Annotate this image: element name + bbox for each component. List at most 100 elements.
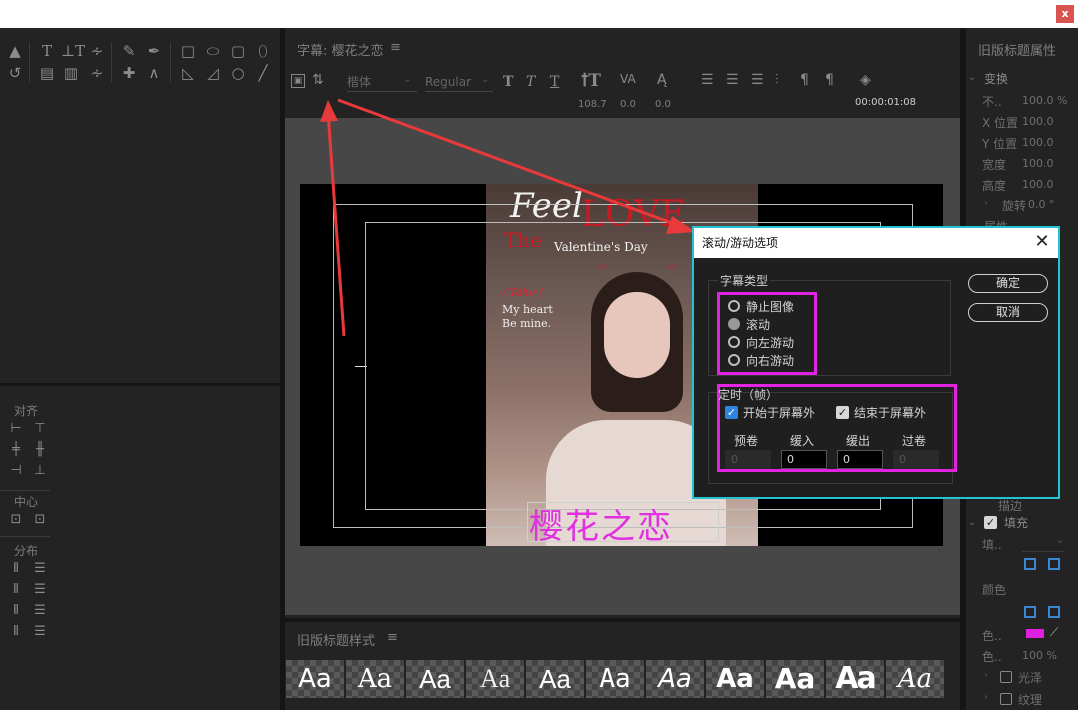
kerning-icon[interactable]: VA	[620, 72, 636, 86]
type-tool-icon[interactable]: T	[37, 42, 57, 60]
align-left-icon[interactable]: ⊢	[6, 420, 26, 438]
center-horizontal-icon[interactable]: ⊡	[6, 511, 26, 529]
align-right-icon[interactable]: ⊣	[6, 462, 26, 480]
cancel-button[interactable]: 取消	[968, 303, 1048, 322]
align-v-center-icon[interactable]: ╫	[30, 441, 50, 459]
line-tool-icon[interactable]: ╱	[253, 64, 273, 82]
roll-crawl-options-icon[interactable]: ⇅	[312, 72, 324, 88]
expand-icon[interactable]: ›	[984, 670, 988, 681]
underline-icon[interactable]: T	[550, 74, 559, 90]
color-stop-icon[interactable]	[1024, 606, 1036, 618]
height-value[interactable]: 100.0	[1022, 178, 1054, 191]
distribute-h-even-icon[interactable]: ⫴	[6, 623, 26, 641]
rtl-icon[interactable]: ¶	[825, 72, 834, 88]
kerning-value[interactable]: 0.0	[620, 99, 636, 110]
style-swatch[interactable]: Aa	[526, 660, 584, 698]
arc-tool-icon[interactable]: ◿	[203, 64, 223, 82]
gloss-checkbox[interactable]	[1000, 671, 1012, 683]
expand-icon[interactable]: ⌄	[968, 72, 976, 83]
new-title-icon[interactable]: ▣	[291, 74, 305, 88]
align-text-left-icon[interactable]: ☰	[701, 72, 714, 88]
vertical-type-tool-icon[interactable]: ⊥T	[61, 42, 85, 60]
postroll-input[interactable]: 0	[893, 450, 939, 469]
opacity-value[interactable]: 100.0 %	[1022, 94, 1067, 107]
x-position-value[interactable]: 100.0	[1022, 115, 1054, 128]
distribute-h-center-icon[interactable]: ⫴	[6, 581, 26, 599]
vertical-area-type-tool-icon[interactable]: ▥	[61, 64, 81, 82]
pen-tool-icon[interactable]: ✎	[119, 42, 139, 60]
expand-icon[interactable]: ›	[984, 692, 988, 703]
style-swatch[interactable]: Aa	[706, 660, 764, 698]
tab-stops-icon[interactable]: ⫶	[775, 72, 779, 88]
clipped-rectangle-tool-icon[interactable]: ⬭	[203, 42, 223, 60]
rounded-rectangle-tool-icon[interactable]: ▢	[228, 42, 248, 60]
rotation-value[interactable]: 0.0 °	[1028, 198, 1055, 211]
fill-gradient-stop-icon[interactable]	[1024, 558, 1036, 570]
align-text-center-icon[interactable]: ☰	[726, 72, 739, 88]
still-radio[interactable]	[728, 300, 740, 312]
align-text-right-icon[interactable]: ☰	[751, 72, 764, 88]
window-close-button[interactable]: x	[1056, 5, 1074, 23]
style-swatch[interactable]: Aa	[406, 660, 464, 698]
style-swatch[interactable]: Aa	[886, 660, 944, 698]
texture-checkbox[interactable]	[1000, 693, 1012, 705]
italic-icon[interactable]: T	[526, 74, 535, 90]
fill-checkbox[interactable]: ✓	[984, 516, 997, 529]
font-size-value[interactable]: 108.7	[578, 99, 607, 110]
styles-menu-icon[interactable]: ≡	[387, 630, 398, 645]
baseline-icon[interactable]: Ą	[657, 72, 667, 88]
color-stop-icon[interactable]	[1048, 606, 1060, 618]
timecode[interactable]: 00:00:01:08	[855, 97, 916, 108]
crawl-right-radio[interactable]	[728, 354, 740, 366]
rectangle-tool-icon[interactable]: □	[178, 42, 198, 60]
distribute-left-icon[interactable]: ⫴	[6, 560, 26, 578]
fill-type-dropdown[interactable]: ⌄	[1022, 535, 1064, 552]
circle-tool-icon[interactable]: ○	[228, 64, 248, 82]
style-swatch[interactable]: Aa	[466, 660, 524, 698]
bold-icon[interactable]: T	[503, 74, 513, 90]
ok-button[interactable]: 确定	[968, 274, 1048, 293]
width-value[interactable]: 100.0	[1022, 157, 1054, 170]
style-swatch[interactable]: Aa	[586, 660, 644, 698]
titler-menu-icon[interactable]: ≡	[390, 40, 401, 55]
font-size-icon[interactable]: ꝉT	[581, 71, 601, 91]
align-top-icon[interactable]: ⊤	[30, 420, 50, 438]
crawl-left-radio[interactable]	[728, 336, 740, 348]
delete-anchor-tool-icon[interactable]: ✒	[144, 42, 164, 60]
ltr-icon[interactable]: ¶	[800, 72, 809, 88]
style-swatch[interactable]: Aa	[646, 660, 704, 698]
end-offscreen-checkbox[interactable]: ✓	[836, 406, 849, 419]
add-anchor-tool-icon[interactable]: ✚	[119, 64, 139, 82]
start-offscreen-checkbox[interactable]: ✓	[725, 406, 738, 419]
eyedropper-icon[interactable]: ⟋	[1050, 625, 1058, 640]
style-swatch[interactable]: Aa	[346, 660, 404, 698]
show-background-video-icon[interactable]: ◈	[860, 72, 871, 88]
expand-icon[interactable]: ⌄	[968, 517, 976, 528]
center-vertical-icon[interactable]: ⊡	[30, 511, 50, 529]
area-type-tool-icon[interactable]: ▤	[37, 64, 57, 82]
roll-radio[interactable]	[728, 318, 740, 330]
baseline-value[interactable]: 0.0	[655, 99, 671, 110]
color-opacity-value[interactable]: 100 %	[1022, 649, 1057, 662]
style-swatch[interactable]: Aa	[286, 660, 344, 698]
convert-anchor-tool-icon[interactable]: ∧	[144, 64, 164, 82]
style-swatch[interactable]: Aa	[826, 660, 884, 698]
vertical-path-type-tool-icon[interactable]: ∻	[87, 64, 107, 82]
distribute-v-center-icon[interactable]: ☰	[30, 581, 50, 599]
ease-in-input[interactable]: 0	[781, 450, 827, 469]
style-swatch[interactable]: Aa	[766, 660, 824, 698]
selection-tool-icon[interactable]: ▲	[5, 42, 25, 60]
align-bottom-icon[interactable]: ⊥	[30, 462, 50, 480]
y-position-value[interactable]: 100.0	[1022, 136, 1054, 149]
ease-out-input[interactable]: 0	[837, 450, 883, 469]
distribute-bottom-icon[interactable]: ☰	[30, 602, 50, 620]
expand-icon[interactable]: ›	[984, 198, 988, 209]
distribute-right-icon[interactable]: ⫴	[6, 602, 26, 620]
fill-color-swatch[interactable]	[1026, 629, 1044, 638]
ellipse-tool-icon[interactable]: ⬯	[253, 42, 273, 60]
subtitle-text[interactable]: 樱花之恋	[529, 499, 673, 548]
preroll-input[interactable]: 0	[725, 450, 771, 469]
path-type-tool-icon[interactable]: ∻	[87, 42, 107, 60]
distribute-v-even-icon[interactable]: ☰	[30, 623, 50, 641]
distribute-top-icon[interactable]: ☰	[30, 560, 50, 578]
